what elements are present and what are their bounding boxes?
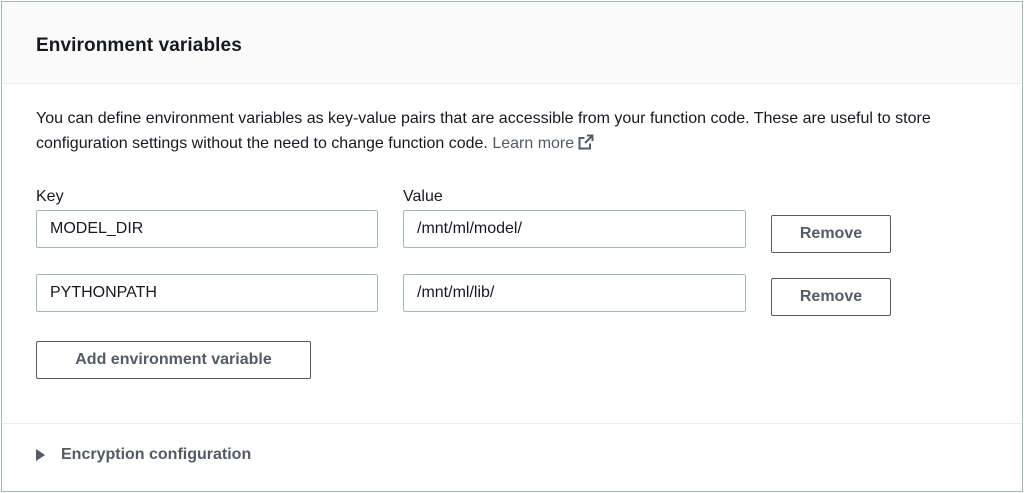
encryption-configuration-expander[interactable]: Encryption configuration: [36, 443, 251, 467]
panel-title: Environment variables: [36, 35, 242, 56]
key-input-1[interactable]: [36, 210, 378, 248]
encryption-configuration-label: Encryption configuration: [61, 446, 252, 463]
remove-button-1[interactable]: Remove: [771, 215, 891, 253]
external-link-icon: [578, 133, 594, 158]
learn-more-label: Learn more: [492, 135, 575, 152]
value-input-2[interactable]: [403, 274, 746, 312]
environment-variables-panel: Environment variables You can define env…: [1, 1, 1023, 492]
description-text: You can define environment variables as …: [36, 110, 931, 152]
panel-header: Environment variables: [2, 2, 1022, 84]
panel-description: You can define environment variables as …: [36, 106, 1001, 158]
value-input-1[interactable]: [403, 210, 746, 248]
learn-more-link[interactable]: Learn more: [492, 134, 594, 152]
key-input-2[interactable]: [36, 274, 378, 312]
key-column-label: Key: [36, 188, 64, 205]
section-divider: [2, 423, 1022, 424]
add-environment-variable-button[interactable]: Add environment variable: [36, 341, 311, 379]
value-column-label: Value: [403, 188, 443, 205]
caret-right-icon: [36, 449, 45, 461]
remove-button-2[interactable]: Remove: [771, 278, 891, 316]
